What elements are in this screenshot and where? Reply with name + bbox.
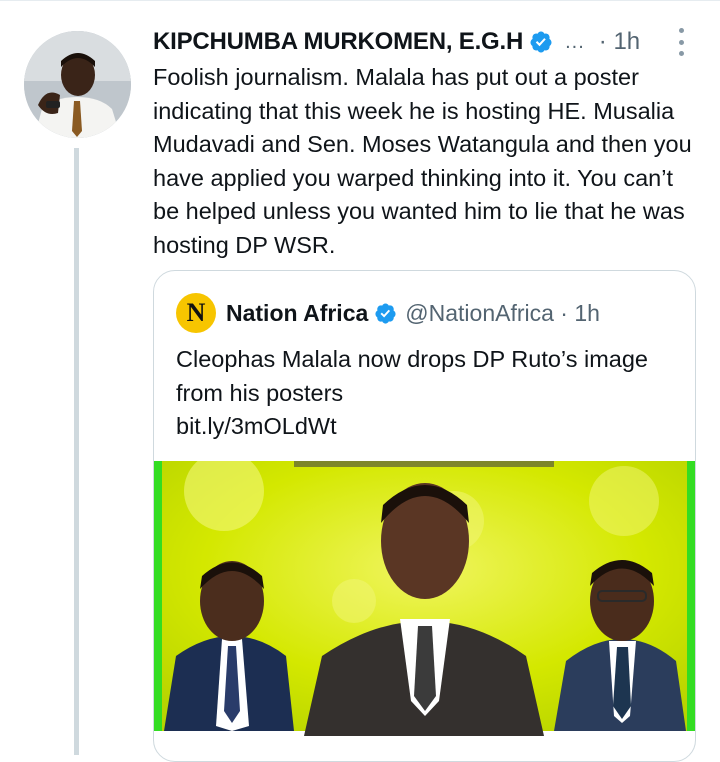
verified-badge-icon: [530, 31, 552, 53]
quoted-handle-time[interactable]: @NationAfrica · 1h: [405, 300, 600, 327]
thread-connector-line: [74, 148, 79, 755]
logo-letter: N: [186, 298, 206, 327]
avatar-image: [24, 31, 131, 138]
author-name[interactable]: KIPCHUMBA MURKOMEN, E.G.H: [153, 28, 523, 56]
name-truncation: ...: [565, 30, 585, 53]
more-dot: [678, 39, 684, 45]
more-options-icon[interactable]: [674, 28, 688, 56]
quoted-tweet-link[interactable]: bit.ly/3mOLdWt: [176, 410, 676, 444]
poster-image[interactable]: [154, 461, 695, 736]
quoted-author-name[interactable]: Nation Africa: [226, 300, 368, 327]
top-divider: [0, 0, 720, 1]
tweet-header: KIPCHUMBA MURKOMEN, E.G.H ... · 1h: [153, 26, 640, 58]
verified-badge-icon: [375, 302, 396, 324]
poster-illustration: [154, 461, 695, 736]
nation-africa-logo-icon[interactable]: N: [176, 293, 216, 333]
quoted-tweet-card[interactable]: N Nation Africa @NationAfrica · 1h Cleop…: [153, 270, 696, 762]
tweet-timestamp[interactable]: · 1h: [599, 28, 640, 56]
quoted-tweet-text: Cleophas Malala now drops DP Ruto’s imag…: [176, 343, 676, 444]
more-dot: [678, 51, 684, 56]
more-dot: [678, 28, 684, 33]
quoted-text-body: Cleophas Malala now drops DP Ruto’s imag…: [176, 346, 648, 406]
quoted-tweet-header: N Nation Africa @NationAfrica · 1h: [176, 293, 600, 333]
author-avatar[interactable]: [24, 31, 131, 138]
tweet-text: Foolish journalism. Malala has put out a…: [153, 64, 692, 258]
